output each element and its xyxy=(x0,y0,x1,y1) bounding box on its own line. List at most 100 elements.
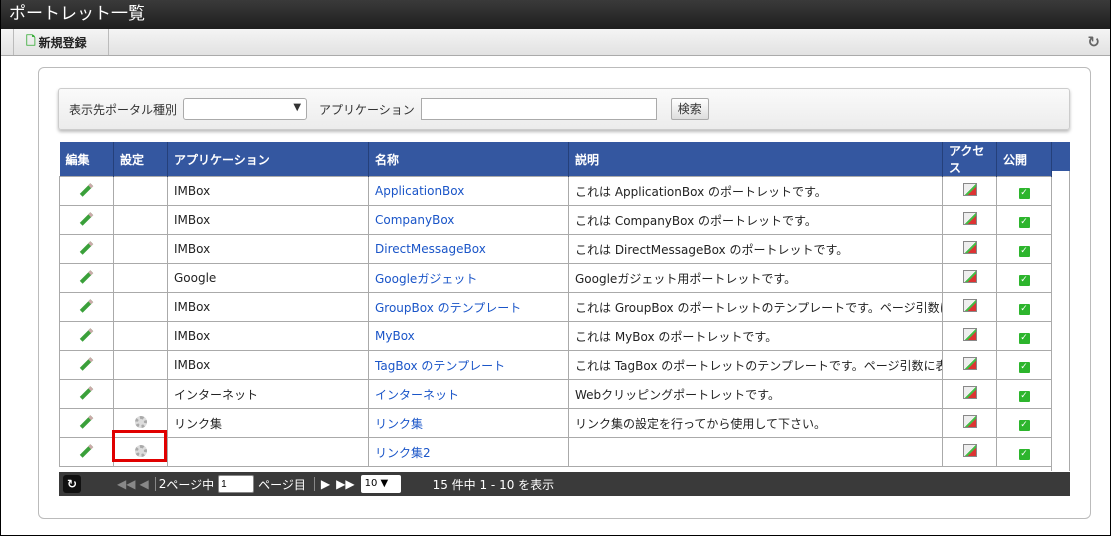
portlet-name-link[interactable]: DirectMessageBox xyxy=(368,234,569,264)
portlet-name-link[interactable]: インターネット xyxy=(368,379,569,409)
app-cell: IMBox xyxy=(167,176,369,206)
refresh-icon[interactable]: ↻ xyxy=(1087,33,1100,51)
pencil-icon[interactable] xyxy=(79,270,94,284)
edit-cell[interactable] xyxy=(59,205,114,235)
description-cell: リンク集の設定を行ってから使用して下さい。 xyxy=(568,408,943,438)
access-settings-icon[interactable] xyxy=(962,328,977,341)
chevron-down-icon: ▼ xyxy=(293,102,302,113)
edit-cell[interactable] xyxy=(59,379,114,409)
pencil-icon[interactable] xyxy=(79,444,94,458)
description-cell: これは ApplicationBox のポートレットです。 xyxy=(568,176,943,206)
public-cell: ✓ xyxy=(996,408,1052,438)
pencil-icon[interactable] xyxy=(79,328,94,342)
table-row: リンク集2 ✓ xyxy=(59,437,1052,467)
page-input[interactable] xyxy=(218,475,255,493)
description-cell: これは CompanyBox のポートレットです。 xyxy=(568,205,943,235)
access-cell[interactable] xyxy=(942,234,997,264)
edit-cell[interactable] xyxy=(59,321,114,351)
next-page-icon[interactable]: ▶ xyxy=(313,477,330,491)
checkmark-icon: ✓ xyxy=(1018,274,1030,286)
app-cell: IMBox xyxy=(167,234,369,264)
table-row: Google Googleガジェット Googleガジェット用ポートレットです。… xyxy=(59,263,1052,293)
portlet-name-link[interactable]: CompanyBox xyxy=(368,205,569,235)
portlet-name-link[interactable]: TagBox のテンプレート xyxy=(368,350,569,380)
column-header: アクセス xyxy=(942,142,997,177)
checkmark-icon: ✓ xyxy=(1018,332,1030,344)
settings-cell xyxy=(113,350,168,380)
search-button[interactable]: 検索 xyxy=(670,98,709,120)
edit-cell[interactable] xyxy=(59,437,114,467)
app-label: アプリケーション xyxy=(319,102,415,117)
public-cell: ✓ xyxy=(996,176,1052,206)
portlet-name-link[interactable]: MyBox xyxy=(368,321,569,351)
portlet-name-link[interactable]: リンク集 xyxy=(368,408,569,438)
portlet-name-link[interactable]: Googleガジェット xyxy=(368,263,569,293)
access-settings-icon[interactable] xyxy=(962,241,977,254)
app-cell: IMBox xyxy=(167,292,369,322)
public-cell: ✓ xyxy=(996,234,1052,264)
checkmark-icon: ✓ xyxy=(1018,216,1030,228)
access-settings-icon[interactable] xyxy=(962,270,977,283)
edit-cell[interactable] xyxy=(59,263,114,293)
access-cell[interactable] xyxy=(942,379,997,409)
access-cell[interactable] xyxy=(942,437,997,467)
access-settings-icon[interactable] xyxy=(962,444,977,457)
table-row: IMBox TagBox のテンプレート これは TagBox のポートレットの… xyxy=(59,350,1052,380)
new-document-icon: 🗋 xyxy=(26,33,36,48)
edit-cell[interactable] xyxy=(59,176,114,206)
access-cell[interactable] xyxy=(942,205,997,235)
portal-type-select[interactable]: ▼ xyxy=(183,98,308,120)
access-cell[interactable] xyxy=(942,350,997,380)
pager-refresh-icon[interactable]: ↻ xyxy=(63,475,81,493)
access-cell[interactable] xyxy=(942,292,997,322)
portlet-name-link[interactable]: ApplicationBox xyxy=(368,176,569,206)
pencil-icon[interactable] xyxy=(79,212,94,226)
last-page-icon[interactable]: ▶▶ xyxy=(336,477,354,491)
access-settings-icon[interactable] xyxy=(962,212,977,225)
description-cell: これは TagBox のポートレットのテンプレートです。ページ引数に表示した xyxy=(568,350,943,380)
access-settings-icon[interactable] xyxy=(962,386,977,399)
access-settings-icon[interactable] xyxy=(962,183,977,196)
edit-cell[interactable] xyxy=(59,408,114,438)
access-settings-icon[interactable] xyxy=(962,415,977,428)
access-settings-icon[interactable] xyxy=(962,299,977,312)
description-cell: これは GroupBox のポートレットのテンプレートです。ページ引数に表示し xyxy=(568,292,943,322)
edit-cell[interactable] xyxy=(59,292,114,322)
column-header: 公開 xyxy=(996,142,1052,177)
table-row: IMBox CompanyBox これは CompanyBox のポートレットで… xyxy=(59,205,1052,235)
header-filler xyxy=(1051,142,1070,171)
access-cell[interactable] xyxy=(942,263,997,293)
app-cell: IMBox xyxy=(167,321,369,351)
public-cell: ✓ xyxy=(996,437,1052,467)
pencil-icon[interactable] xyxy=(79,183,94,197)
access-cell[interactable] xyxy=(942,321,997,351)
prev-page-icon[interactable]: ◀ xyxy=(139,477,148,491)
pencil-icon[interactable] xyxy=(79,386,94,400)
pencil-icon[interactable] xyxy=(79,415,94,429)
per-page-select[interactable]: 10 ▼ xyxy=(360,475,401,493)
pencil-icon[interactable] xyxy=(79,241,94,255)
access-cell[interactable] xyxy=(942,408,997,438)
table-row: インターネット インターネット Webクリッピングポートレットです。 ✓ xyxy=(59,379,1052,409)
new-button[interactable]: 🗋 新規登録 xyxy=(13,29,109,55)
settings-cell xyxy=(113,234,168,264)
edit-cell[interactable] xyxy=(59,350,114,380)
portlet-name-link[interactable]: リンク集2 xyxy=(368,437,569,467)
checkmark-icon: ✓ xyxy=(1018,303,1030,315)
public-cell: ✓ xyxy=(996,350,1052,380)
pencil-icon[interactable] xyxy=(79,299,94,313)
app-input[interactable] xyxy=(420,98,657,120)
search-form: 表示先ポータル種別 ▼ アプリケーション 検索 xyxy=(58,88,1070,130)
column-header: 説明 xyxy=(568,142,943,177)
edit-cell[interactable] xyxy=(59,234,114,264)
public-cell: ✓ xyxy=(996,321,1052,351)
portlet-name-link[interactable]: GroupBox のテンプレート xyxy=(368,292,569,322)
first-page-icon[interactable]: ◀◀ xyxy=(117,477,135,491)
pencil-icon[interactable] xyxy=(79,357,94,371)
gear-icon[interactable] xyxy=(134,415,147,428)
access-settings-icon[interactable] xyxy=(962,357,977,370)
access-cell[interactable] xyxy=(942,176,997,206)
description-cell: Googleガジェット用ポートレットです。 xyxy=(568,263,943,293)
app-cell: Google xyxy=(167,263,369,293)
settings-cell xyxy=(113,176,168,206)
